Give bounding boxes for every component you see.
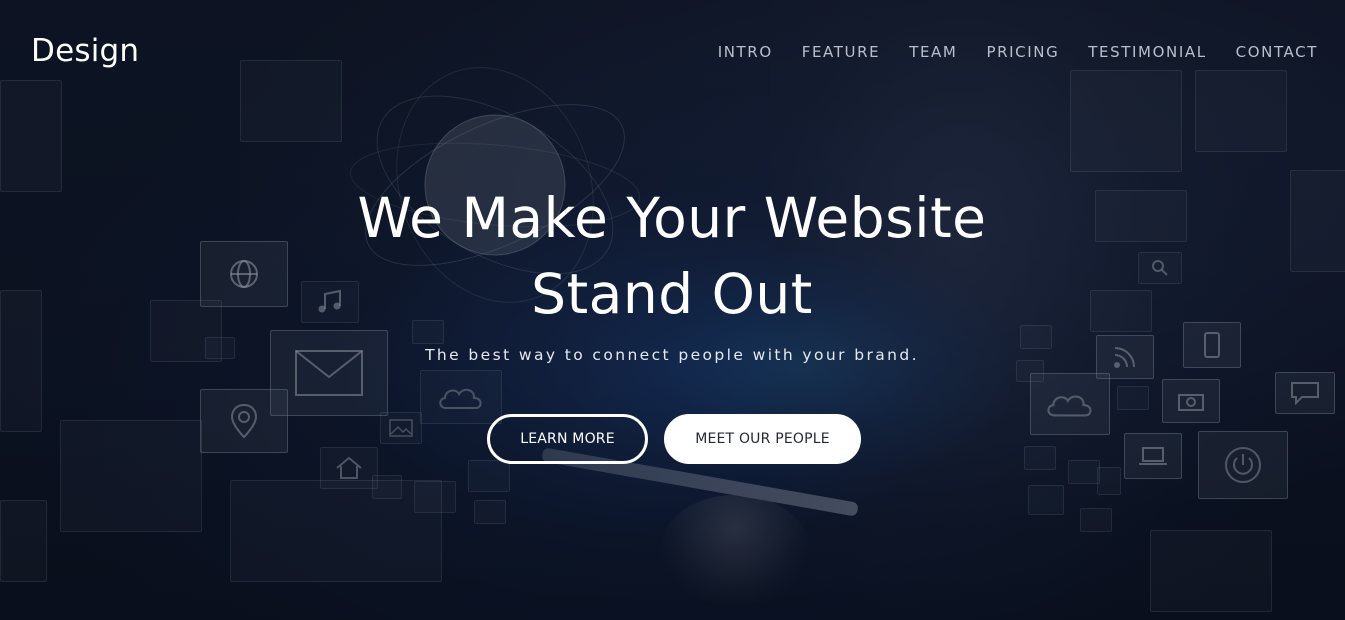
nav-link-testimonial[interactable]: TESTIMONIAL [1088, 43, 1206, 61]
hero-tagline: The best way to connect people with your… [425, 346, 919, 364]
learn-more-button[interactable]: LEARN MORE [487, 414, 648, 464]
nav-link-contact[interactable]: CONTACT [1236, 43, 1318, 61]
hero-headline: We Make Your Website Stand Out [272, 180, 1072, 332]
hero-headline-line2: Stand Out [531, 262, 813, 326]
nav-menu: INTRO FEATURE TEAM PRICING TESTIMONIAL C… [689, 43, 1318, 61]
meet-our-people-button[interactable]: MEET OUR PEOPLE [664, 414, 861, 464]
nav-link-feature[interactable]: FEATURE [802, 43, 880, 61]
nav-link-team[interactable]: TEAM [909, 43, 957, 61]
hero-headline-line1: We Make Your Website [357, 186, 987, 250]
hero-section: Design INTRO FEATURE TEAM PRICING TESTIM… [0, 0, 1345, 620]
nav-link-intro[interactable]: INTRO [718, 43, 773, 61]
nav-link-pricing[interactable]: PRICING [986, 43, 1059, 61]
navbar: Design INTRO FEATURE TEAM PRICING TESTIM… [0, 0, 1345, 100]
brand-logo[interactable]: Design [31, 33, 139, 69]
